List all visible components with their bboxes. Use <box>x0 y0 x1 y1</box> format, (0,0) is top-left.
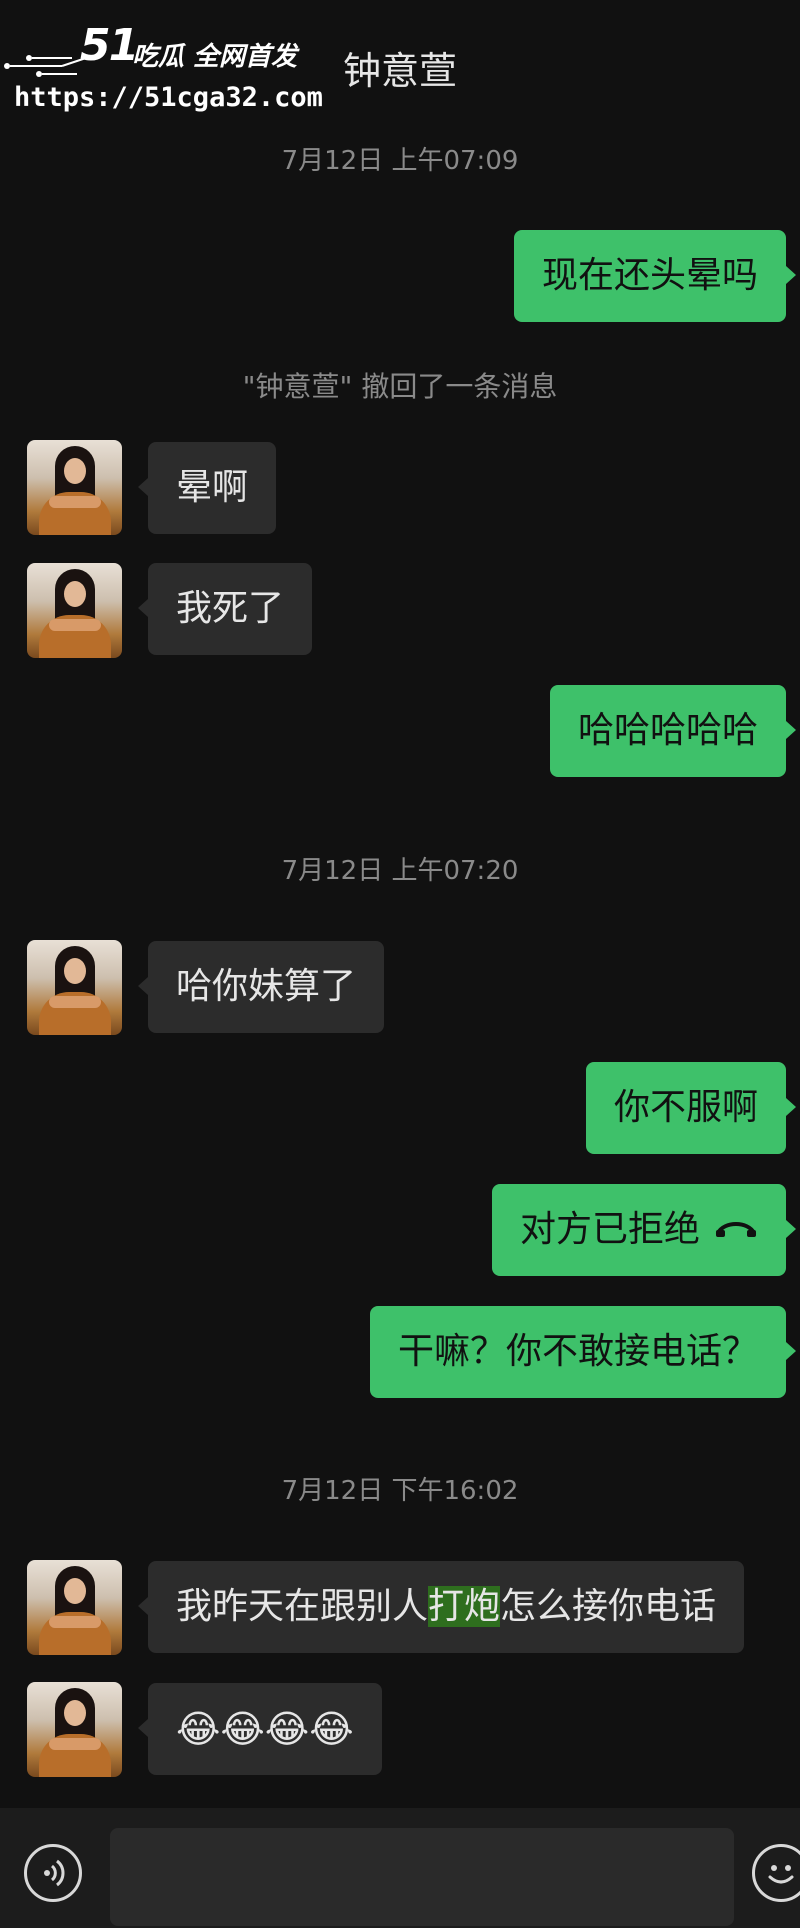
timestamp: 7月12日 下午16:02 <box>281 1476 519 1506</box>
recall-notice: "钟意萱" 撤回了一条消息 <box>242 370 558 403</box>
phone-hangup-icon <box>716 1222 756 1237</box>
contact-avatar[interactable] <box>27 440 122 535</box>
emoji-icon <box>768 1865 794 1884</box>
message-bubble-received[interactable]: 😂😂😂😂 <box>138 1683 382 1775</box>
message-bubble-received[interactable]: 晕啊 <box>137 442 277 534</box>
input-bar <box>0 1808 800 1928</box>
message-bubble-received[interactable]: 我昨天在跟别人打炮怎么接你电话 <box>137 1561 745 1653</box>
call-rejected-bubble[interactable]: 对方已拒绝 <box>491 1184 797 1276</box>
chat-header: 51 吃瓜 全网首发 https://51cga32.com 钟意萱 <box>0 0 800 135</box>
message-bubble-received[interactable]: 我死了 <box>137 563 313 655</box>
message-bubble-sent[interactable]: 现在还头晕吗 <box>513 230 797 322</box>
message-bubble-received[interactable]: 哈你妹算了 <box>137 941 385 1033</box>
call-rejected-label: 对方已拒绝 <box>519 1209 700 1250</box>
highlighted-text: 打炮 <box>428 1586 501 1627</box>
message-bubble-sent[interactable]: 哈哈哈哈哈 <box>549 685 797 777</box>
contact-avatar[interactable] <box>27 940 122 1035</box>
voice-input-button[interactable] <box>24 1844 82 1902</box>
message-text: 我昨天在跟别人 <box>176 1586 429 1627</box>
timestamp: 7月12日 上午07:20 <box>281 856 519 886</box>
message-bubble-sent[interactable]: 你不服啊 <box>585 1062 797 1154</box>
chat-title[interactable]: 钟意萱 <box>0 40 800 95</box>
emoji-button[interactable] <box>752 1844 800 1902</box>
contact-avatar[interactable] <box>27 1682 122 1777</box>
timestamp: 7月12日 上午07:09 <box>281 146 519 176</box>
message-text: 怎么接你电话 <box>500 1586 717 1627</box>
message-bubble-sent[interactable]: 干嘛？你不敢接电话？ <box>369 1306 797 1398</box>
contact-avatar[interactable] <box>27 563 122 658</box>
contact-avatar[interactable] <box>27 1560 122 1655</box>
voice-icon <box>44 1859 65 1887</box>
message-input[interactable] <box>110 1828 734 1926</box>
